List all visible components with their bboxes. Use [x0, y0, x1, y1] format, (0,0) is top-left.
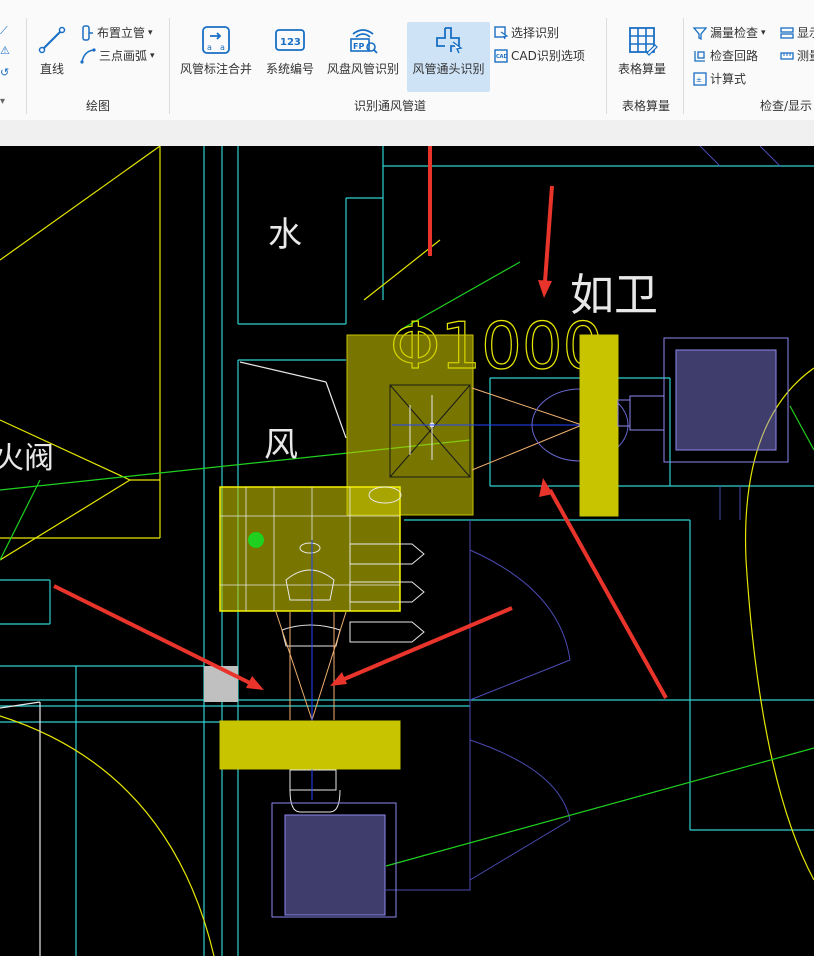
drawing-tab-strip — [0, 120, 814, 146]
draw-group-label: 绘图 — [86, 99, 111, 113]
calculator-icon: ± — [693, 71, 707, 86]
ribbon-separator — [26, 18, 27, 114]
show-label: 显示 — [797, 26, 814, 40]
ribbon-separator — [606, 18, 607, 114]
air-terminal-bottom[interactable] — [219, 720, 401, 770]
svg-text:±: ± — [696, 76, 702, 84]
funnel-icon — [693, 26, 707, 40]
air-terminal-right[interactable] — [579, 334, 619, 517]
text-wind: 风 — [264, 425, 298, 465]
arc-button[interactable]: 三点画弧 ▾ — [80, 47, 155, 64]
system-number-icon: 123 — [275, 29, 305, 51]
table-icon — [629, 27, 658, 56]
cad-drawing[interactable]: 水 风 火阀 如卫 Φ1000 — [0, 146, 814, 956]
show-button[interactable]: 显示 — [780, 24, 814, 41]
text-water: 水 — [268, 215, 302, 255]
riser-button[interactable]: 布置立管 ▾ — [80, 24, 153, 41]
cad-text-group: 水 风 火阀 如卫 Φ1000 — [0, 215, 658, 476]
merge-icon: a a — [202, 26, 230, 54]
svg-text:a: a — [207, 43, 212, 52]
duct-fitting-icon — [435, 27, 463, 54]
chevron-down-icon: ▾ — [150, 50, 155, 61]
svg-text:FP: FP — [353, 42, 364, 51]
table-calc-label: 表格算量 — [618, 62, 667, 76]
gray-column — [204, 666, 238, 702]
leak-check-button[interactable]: 漏量检查 ▾ — [693, 24, 766, 41]
riser-icon — [82, 24, 93, 41]
cad-recognize-options-button[interactable]: CAD CAD识别选项 — [494, 47, 585, 64]
duct-fitting-recognize-button[interactable]: 风管通头识别 — [407, 22, 490, 92]
room-outlines — [386, 146, 781, 891]
diffuser-right[interactable] — [617, 337, 789, 463]
select-icon — [494, 25, 508, 39]
ruler-icon — [780, 51, 794, 60]
chevron-down-icon: ▾ — [761, 27, 766, 38]
svg-text:123: 123 — [280, 37, 301, 48]
arc-icon — [80, 47, 96, 64]
leak-check-label: 漏量检查 — [710, 26, 759, 40]
table-group-label: 表格算量 — [622, 99, 671, 113]
duct-fitting-recognize-label: 风管通头识别 — [412, 62, 485, 76]
ribbon-tab-strip — [0, 0, 814, 18]
cad-recognize-options-label: CAD识别选项 — [511, 49, 585, 63]
wall-lines — [0, 146, 814, 956]
fancoil-icon: FP — [350, 29, 378, 54]
system-number-button[interactable]: 123 系统编号 — [266, 24, 314, 77]
check-loop-button[interactable]: 检查回路 — [693, 47, 758, 64]
select-recognize-button[interactable]: 选择识别 — [494, 24, 559, 41]
ribbon-toolbar: ⟋ ⚠ ↺ ▾ 直线 布置立管 ▾ 三点画弧 ▾ 绘图 a a 风管标注合并 1… — [0, 0, 814, 121]
diffuser-bottom[interactable] — [271, 802, 397, 918]
yellow-lines — [0, 146, 814, 956]
duct-group-label: 识别通风管道 — [354, 99, 427, 113]
clipped-tool-icon-2[interactable]: ⚠ — [0, 44, 10, 57]
measure-label: 测量 — [797, 49, 814, 63]
svg-text:CAD: CAD — [496, 54, 508, 60]
ribbon-separator — [169, 18, 170, 114]
duct-label-merge-label: 风管标注合并 — [180, 62, 253, 76]
arc-button-label: 三点画弧 — [99, 49, 148, 63]
check-group-label: 检查/显示 — [760, 99, 813, 113]
line-button[interactable]: 直线 — [36, 24, 68, 77]
formula-button[interactable]: ± 计算式 — [693, 70, 746, 87]
duct-elbow-lower[interactable] — [219, 486, 402, 612]
clipped-tool-icon-1[interactable]: ⟋ — [0, 24, 8, 38]
clipped-dropdown-icon[interactable]: ▾ — [0, 96, 5, 107]
fancoil-duct-recognize-button[interactable]: FP 风盘风管识别 — [327, 24, 399, 77]
system-number-label: 系统编号 — [266, 62, 315, 76]
arrow-to-diameter-label — [543, 185, 554, 283]
ribbon-separator — [683, 18, 684, 114]
select-recognize-label: 选择识别 — [511, 26, 560, 40]
check-loop-label: 检查回路 — [710, 49, 759, 63]
line-icon — [38, 26, 66, 54]
measure-button[interactable]: 测量 — [780, 47, 814, 64]
clipped-tool-icon-3[interactable]: ↺ — [0, 66, 9, 79]
table-calc-button[interactable]: 表格算量 — [618, 24, 666, 77]
duct-label-merge-button[interactable]: a a 风管标注合并 — [180, 24, 252, 77]
svg-text:a: a — [220, 43, 225, 52]
formula-label: 计算式 — [710, 72, 747, 86]
riser-button-label: 布置立管 — [97, 26, 146, 40]
fancoil-duct-recognize-label: 风盘风管识别 — [327, 62, 400, 76]
chevron-down-icon: ▾ — [148, 27, 153, 38]
loop-icon — [694, 50, 705, 62]
show-icon — [780, 26, 794, 39]
line-button-label: 直线 — [39, 62, 64, 76]
arrow-to-upper-fitting — [548, 489, 668, 699]
cad-drawing-canvas[interactable]: 水 风 火阀 如卫 Φ1000 — [0, 146, 814, 956]
arrow-to-lower-fitting-right — [341, 606, 513, 682]
text-valve: 火阀 — [0, 441, 54, 476]
cad-options-icon: CAD — [494, 48, 508, 63]
